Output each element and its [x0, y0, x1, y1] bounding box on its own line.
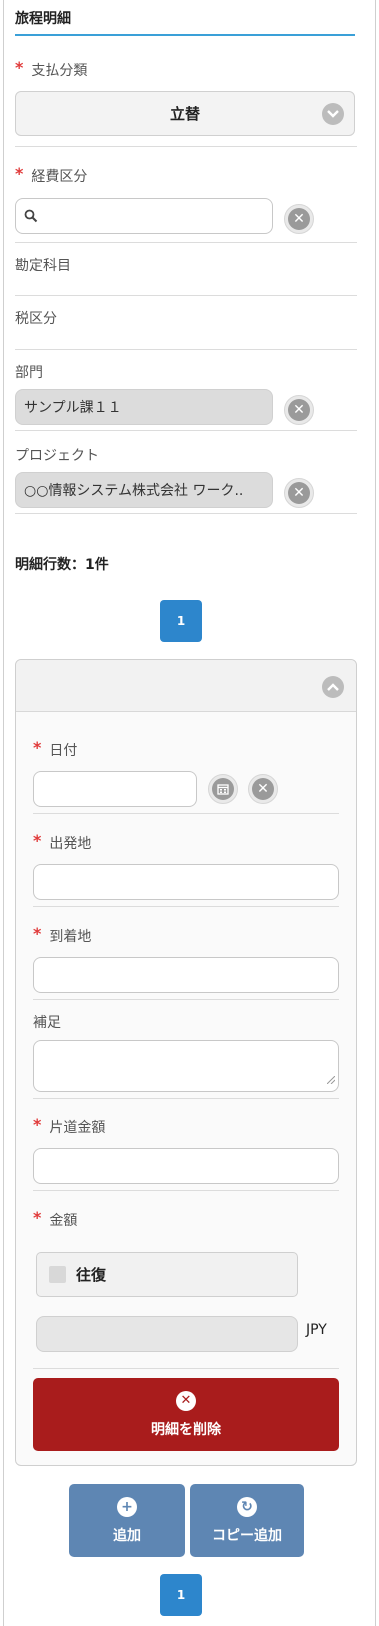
divider	[33, 906, 339, 907]
plus-icon: +	[117, 1496, 137, 1517]
expense-type-label: * 経費区分	[15, 164, 88, 185]
date-clear-button[interactable]: ✕	[248, 774, 278, 804]
date-label: * 日付	[33, 738, 78, 759]
close-icon: ✕	[176, 1390, 196, 1411]
round-trip-checkbox[interactable]: 往復	[36, 1252, 298, 1297]
account-label: 勘定科目	[15, 258, 71, 274]
copy-add-button[interactable]: ↻ コピー追加	[190, 1484, 304, 1557]
departure-input[interactable]	[33, 864, 339, 900]
required-mark: *	[33, 924, 42, 943]
payment-type-value: 立替	[169, 105, 200, 123]
payment-type-select[interactable]: 立替	[15, 91, 355, 136]
payment-type-label: * 支払分類	[15, 58, 88, 79]
project-label: プロジェクト	[15, 448, 99, 464]
delete-detail-label: 明細を削除	[151, 1421, 221, 1438]
note-label: 補足	[33, 1015, 61, 1031]
arrival-input[interactable]	[33, 957, 339, 993]
divider	[15, 295, 357, 296]
note-textarea[interactable]	[33, 1040, 339, 1092]
divider	[15, 513, 357, 514]
divider	[33, 1098, 339, 1099]
project-clear-button[interactable]: ✕	[284, 478, 314, 508]
divider	[15, 146, 357, 147]
add-label: 追加	[113, 1527, 141, 1544]
department-label: 部門	[15, 365, 43, 381]
one-way-amount-label: * 片道金額	[33, 1115, 106, 1136]
copy-add-label: コピー追加	[212, 1527, 282, 1544]
divider	[33, 1190, 339, 1191]
refresh-icon: ↻	[237, 1496, 257, 1517]
divider	[15, 430, 357, 431]
required-mark: *	[33, 1208, 42, 1227]
divider	[15, 349, 357, 350]
currency-label: JPY	[306, 1322, 327, 1338]
required-mark: *	[15, 58, 24, 77]
round-trip-label: 往復	[76, 1266, 107, 1284]
one-way-amount-input[interactable]	[33, 1148, 339, 1184]
close-icon: ✕	[288, 399, 310, 421]
expense-type-input[interactable]	[15, 198, 273, 234]
detail-panel-header[interactable]	[16, 660, 356, 712]
close-icon: ✕	[288, 208, 310, 230]
calendar-icon	[212, 778, 234, 800]
required-mark: *	[33, 831, 42, 850]
calendar-button[interactable]	[208, 774, 238, 804]
divider	[33, 813, 339, 814]
checkbox-box	[49, 1266, 66, 1283]
department-field[interactable]: サンプル課１１	[15, 389, 273, 425]
close-icon: ✕	[252, 778, 274, 800]
detail-count: 明細行数：1件	[15, 557, 109, 573]
chevron-down-icon	[322, 103, 344, 125]
divider	[33, 999, 339, 1000]
arrival-label: * 到着地	[33, 924, 92, 945]
departure-label: * 出発地	[33, 831, 92, 852]
close-icon: ✕	[288, 482, 310, 504]
required-mark: *	[33, 1115, 42, 1134]
page-button-1[interactable]: 1	[160, 600, 202, 642]
delete-detail-button[interactable]: ✕ 明細を削除	[33, 1378, 339, 1451]
expense-clear-button[interactable]: ✕	[284, 204, 314, 234]
page-button-1-bottom[interactable]: 1	[160, 1574, 202, 1616]
divider	[33, 1368, 339, 1369]
department-clear-button[interactable]: ✕	[284, 395, 314, 425]
amount-field[interactable]	[36, 1316, 298, 1352]
chevron-up-icon	[322, 676, 344, 698]
section-title: 旅程明細	[15, 8, 355, 36]
date-input[interactable]	[33, 771, 197, 807]
resize-handle-icon[interactable]	[326, 1072, 336, 1088]
amount-label: * 金額	[33, 1208, 78, 1229]
search-icon	[24, 209, 38, 227]
add-button[interactable]: + 追加	[69, 1484, 185, 1557]
divider	[15, 242, 357, 243]
required-mark: *	[15, 164, 24, 183]
required-mark: *	[33, 738, 42, 757]
project-field[interactable]: ○○情報システム株式会社 ワーク..	[15, 472, 273, 508]
tax-label: 税区分	[15, 311, 57, 327]
